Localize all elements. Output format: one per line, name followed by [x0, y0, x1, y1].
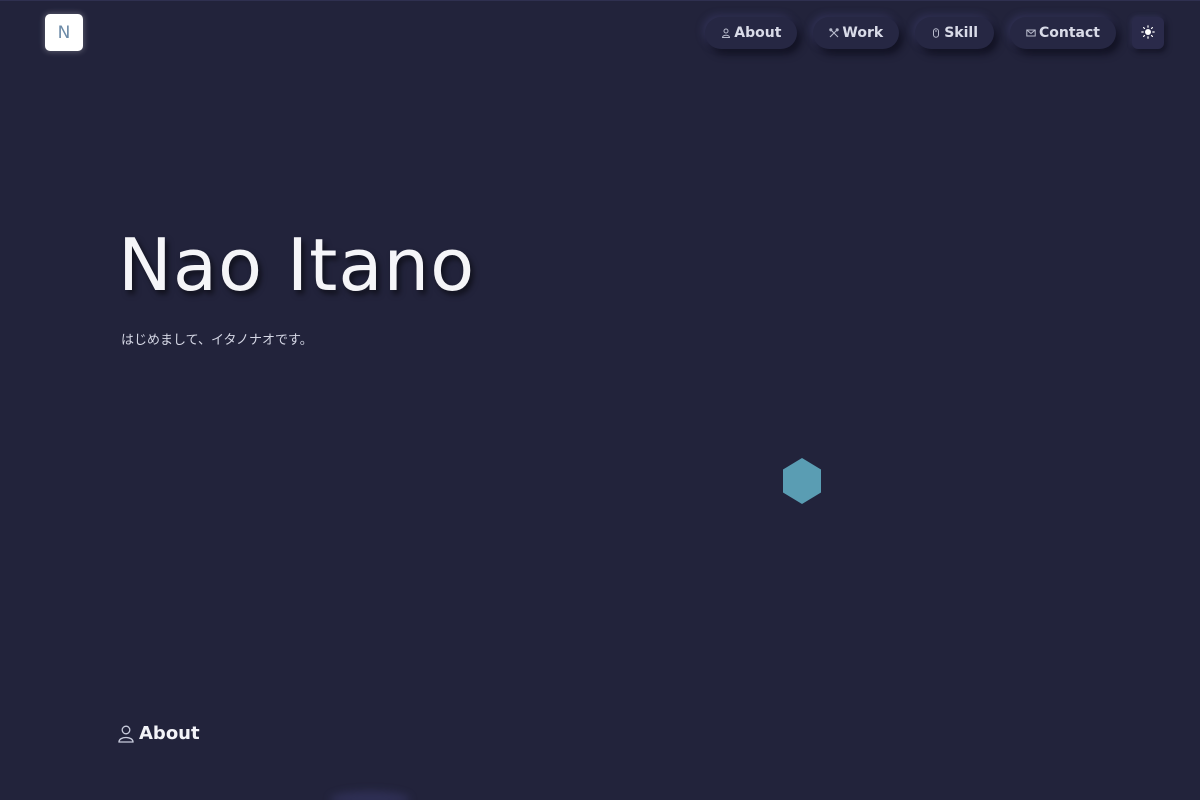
page: N About Work Skill Contact Nao Itano はじめ…: [0, 0, 1200, 800]
about-section-label: About: [139, 723, 200, 744]
theme-toggle-button[interactable]: [1132, 17, 1164, 49]
nav-about-label: About: [734, 25, 782, 41]
nav-work-button[interactable]: Work: [813, 17, 900, 49]
nav-about-button[interactable]: About: [705, 17, 798, 49]
hexagon-decoration: [783, 458, 821, 504]
nav-skill-button[interactable]: Skill: [915, 17, 994, 49]
bottom-glow-decoration: [330, 791, 410, 800]
nav-work-label: Work: [842, 25, 884, 41]
nav-contact-label: Contact: [1039, 25, 1100, 41]
mouse-icon: [931, 28, 941, 38]
user-icon: [721, 28, 731, 38]
hero-name: Nao Itano: [118, 223, 476, 307]
tools-icon: [829, 28, 840, 38]
top-nav: About Work Skill Contact: [689, 17, 1164, 49]
user-icon: [118, 725, 134, 743]
about-section-heading: About: [118, 723, 200, 744]
sun-icon: [1141, 24, 1155, 43]
hero-subtitle: はじめまして、イタノナオです。: [121, 333, 313, 348]
logo-letter: N: [57, 22, 71, 43]
nav-contact-button[interactable]: Contact: [1010, 17, 1116, 49]
logo-button[interactable]: N: [45, 14, 83, 51]
mail-icon: [1026, 28, 1036, 38]
nav-skill-label: Skill: [944, 25, 978, 41]
